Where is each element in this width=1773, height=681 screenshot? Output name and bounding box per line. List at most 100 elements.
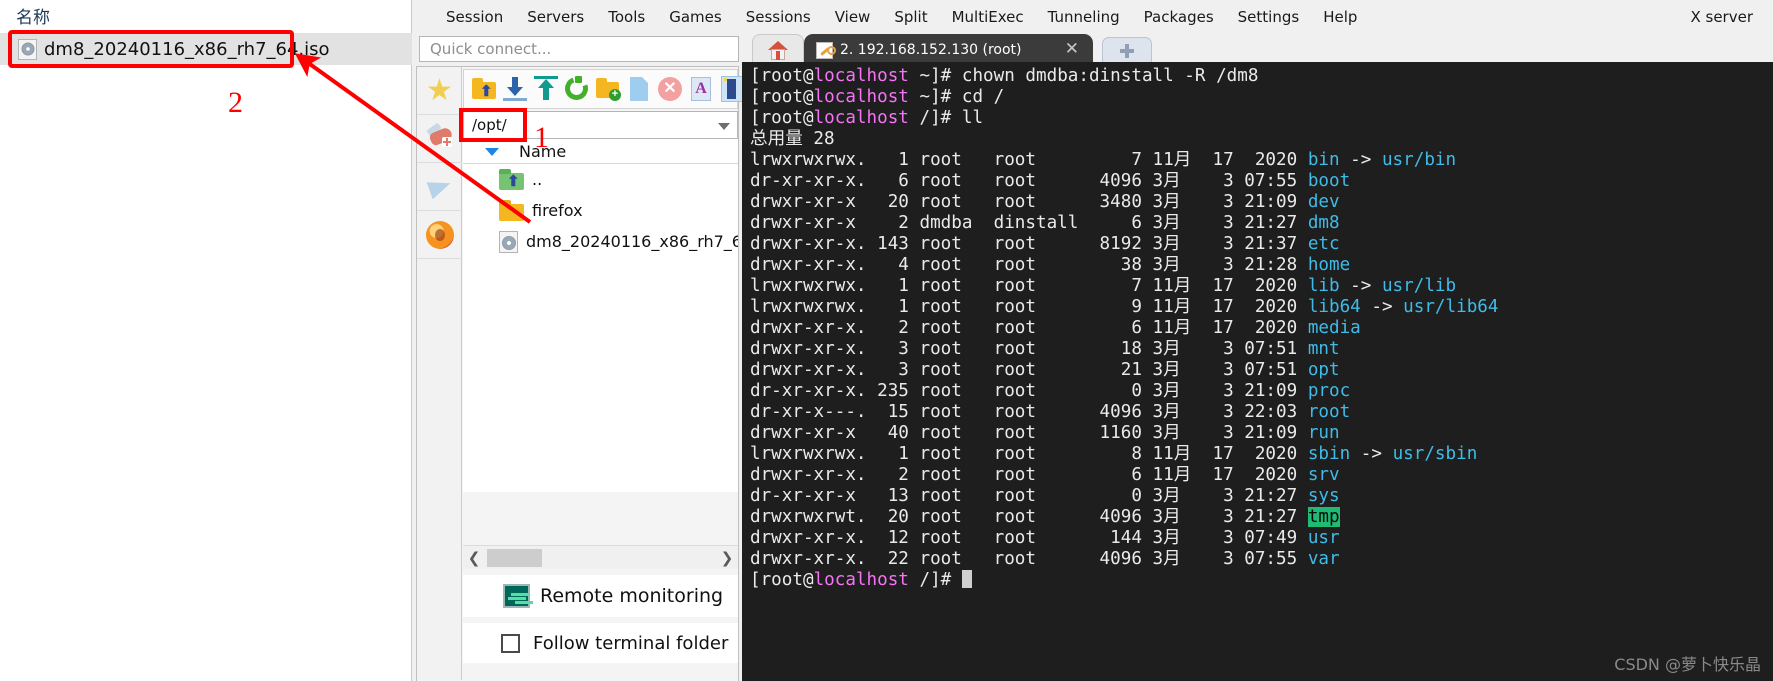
terminal-entry-name: media bbox=[1307, 318, 1361, 338]
folder-up-icon[interactable]: ⬆ bbox=[471, 76, 497, 102]
terminal-listing-row: drwxr-xr-x 20 root root 3480 3月 3 21:09 … bbox=[750, 192, 1340, 212]
list-item[interactable]: dm8_20240116_x86_rh7_64.iso bbox=[463, 226, 738, 257]
monitor-graph-icon bbox=[503, 584, 530, 608]
terminal-prompt-line: [root@localhost /]# ll bbox=[750, 108, 984, 128]
sftp-file-name: dm8_20240116_x86_rh7_64.iso bbox=[526, 232, 738, 251]
menu-bar: Session Servers Tools Games Sessions Vie… bbox=[412, 2, 1773, 32]
terminal-listing-row: lrwxrwxrwx. 1 root root 7 11月 17 2020 li… bbox=[750, 276, 1457, 296]
terminal-listing-row: drwxr-xr-x. 22 root root 4096 3月 3 07:55… bbox=[750, 549, 1340, 569]
sidebar-item-favorites[interactable]: ★ bbox=[417, 67, 462, 115]
refresh-icon[interactable] bbox=[561, 73, 592, 104]
follow-terminal-folder-row[interactable]: Follow terminal folder bbox=[463, 623, 738, 663]
terminal-entry-name: usr bbox=[1307, 528, 1340, 548]
upload-icon[interactable] bbox=[533, 76, 559, 102]
terminal-entry-name: dev bbox=[1307, 192, 1340, 212]
sftp-toolbar: ⬆ + ✕ A bbox=[463, 69, 743, 109]
terminal-listing-row: drwxrwxrwt. 20 root root 4096 3月 3 21:27… bbox=[750, 507, 1340, 527]
menu-item-sessions[interactable]: Sessions bbox=[734, 6, 823, 28]
sftp-column-header: Name bbox=[463, 139, 738, 164]
sftp-file-list: ⬆ .. firefox dm8_20240116_x86_rh7_64.iso bbox=[463, 164, 738, 492]
explorer-column-header-name: 名称 bbox=[16, 8, 50, 28]
menu-item-servers[interactable]: Servers bbox=[515, 6, 596, 28]
terminal-prompt-line: [root@localhost /]# bbox=[750, 570, 1773, 591]
close-icon[interactable]: ✕ bbox=[1065, 41, 1079, 58]
menu-item-multiexec[interactable]: MultiExec bbox=[940, 6, 1036, 28]
menu-item-view[interactable]: View bbox=[823, 6, 883, 28]
menu-item-tunneling[interactable]: Tunneling bbox=[1036, 6, 1132, 28]
terminal-cursor bbox=[961, 570, 972, 588]
x-server-status[interactable]: X server bbox=[1690, 8, 1773, 26]
terminal-entry-name: lib64 bbox=[1307, 297, 1361, 317]
windows-explorer-pane: 名称 dm8_20240116_x86_rh7_64.iso 2 bbox=[0, 0, 412, 681]
terminal-entry-name: sbin bbox=[1307, 444, 1351, 464]
terminal-entry-name: proc bbox=[1307, 381, 1351, 401]
terminal-listing-row: drwxr-xr-x. 2 root root 6 11月 17 2020 sr… bbox=[750, 465, 1340, 485]
sftp-path-value: /opt/ bbox=[472, 116, 507, 134]
sftp-sidebar-rail: ★ bbox=[417, 67, 462, 680]
scroll-left-icon[interactable]: ❮ bbox=[463, 546, 485, 570]
terminal-listing-row: drwxr-xr-x. 2 root root 6 11月 17 2020 me… bbox=[750, 318, 1361, 338]
sidebar-item-browser[interactable] bbox=[417, 211, 462, 259]
mobaxterm-window: Session Servers Tools Games Sessions Vie… bbox=[412, 0, 1773, 681]
menu-item-tools[interactable]: Tools bbox=[596, 6, 657, 28]
explorer-file-item[interactable]: dm8_20240116_x86_rh7_64.iso bbox=[12, 34, 330, 64]
terminal-entry-name: run bbox=[1307, 423, 1340, 443]
scrollbar-thumb[interactable] bbox=[487, 548, 542, 567]
terminal-output[interactable]: [root@localhost ~]# chown dmdba:dinstall… bbox=[742, 62, 1773, 681]
paper-plane-icon bbox=[426, 174, 453, 199]
new-file-icon[interactable] bbox=[626, 76, 652, 102]
terminal-listing-row: drwxr-xr-x. 4 root root 38 3月 3 21:28 ho… bbox=[750, 255, 1351, 275]
ssh-key-icon bbox=[816, 41, 836, 59]
menu-item-settings[interactable]: Settings bbox=[1226, 6, 1312, 28]
terminal-lines: [root@localhost ~]# chown dmdba:dinstall… bbox=[750, 66, 1773, 591]
folder-icon bbox=[499, 200, 524, 221]
folder-up-icon: ⬆ bbox=[499, 169, 524, 190]
terminal-entry-name: root bbox=[1307, 402, 1351, 422]
sidebar-item-tools[interactable] bbox=[417, 115, 462, 163]
terminal-output-line: 总用量 28 bbox=[750, 129, 835, 149]
sidebar-item-send[interactable] bbox=[417, 163, 462, 211]
download-icon[interactable] bbox=[502, 76, 528, 102]
iso-disc-icon bbox=[499, 230, 518, 253]
terminal-listing-row: dr-xr-x---. 15 root root 4096 3月 3 22:03… bbox=[750, 402, 1351, 422]
menu-item-session[interactable]: Session bbox=[434, 6, 515, 28]
terminal-entry-name: opt bbox=[1307, 360, 1340, 380]
terminal-entry-name: dm8 bbox=[1307, 213, 1340, 233]
sftp-path-input[interactable]: /opt/ bbox=[463, 111, 738, 139]
list-item[interactable]: ⬆ .. bbox=[463, 164, 738, 195]
quick-connect-placeholder: Quick connect... bbox=[430, 40, 552, 58]
delete-icon[interactable]: ✕ bbox=[657, 76, 683, 102]
firefox-icon bbox=[425, 220, 454, 249]
text-editor-icon[interactable]: A bbox=[688, 76, 714, 102]
tab-session-label: 2. 192.168.152.130 (root) bbox=[840, 42, 1022, 58]
list-item[interactable]: firefox bbox=[463, 195, 738, 226]
chevron-down-icon[interactable] bbox=[718, 123, 730, 130]
quick-connect-input[interactable]: Quick connect... bbox=[419, 36, 739, 62]
sftp-file-name: .. bbox=[532, 170, 543, 189]
menu-item-help[interactable]: Help bbox=[1311, 6, 1369, 28]
terminal-listing-row: lrwxrwxrwx. 1 root root 8 11月 17 2020 sb… bbox=[750, 444, 1478, 464]
follow-terminal-folder-checkbox[interactable] bbox=[501, 633, 520, 653]
terminal-listing-row: dr-xr-xr-x 13 root root 0 3月 3 21:27 sys bbox=[750, 486, 1340, 506]
terminal-listing-row: drwxr-xr-x. 12 root root 144 3月 3 07:49 … bbox=[750, 528, 1340, 548]
terminal-entry-name: tmp bbox=[1307, 507, 1340, 527]
iso-disc-icon bbox=[18, 38, 37, 60]
terminal-prompt-line: [root@localhost ~]# chown dmdba:dinstall… bbox=[750, 66, 1259, 86]
new-tab-button[interactable] bbox=[1102, 37, 1152, 64]
sort-descending-icon[interactable] bbox=[485, 148, 499, 156]
terminal-entry-name: srv bbox=[1307, 465, 1340, 485]
remote-monitoring-section[interactable]: Remote monitoring bbox=[463, 575, 738, 617]
menu-item-split[interactable]: Split bbox=[882, 6, 939, 28]
tools-icon bbox=[425, 122, 455, 154]
explorer-file-name: dm8_20240116_x86_rh7_64.iso bbox=[44, 38, 330, 60]
menu-item-packages[interactable]: Packages bbox=[1132, 6, 1226, 28]
new-folder-icon[interactable]: + bbox=[595, 76, 621, 102]
scroll-right-icon[interactable]: ❯ bbox=[716, 546, 738, 570]
terminal-entry-name: lib bbox=[1307, 276, 1340, 296]
sftp-horizontal-scrollbar[interactable]: ❮ ❯ bbox=[463, 545, 738, 569]
remote-monitoring-label: Remote monitoring bbox=[540, 585, 724, 607]
star-icon: ★ bbox=[426, 73, 453, 107]
terminal-entry-name: home bbox=[1307, 255, 1351, 275]
sftp-browser-panel: ★ ⬆ + ✕ A /opt/ Name ⬆ .. firefox dm8_20… bbox=[416, 66, 743, 681]
menu-item-games[interactable]: Games bbox=[657, 6, 733, 28]
